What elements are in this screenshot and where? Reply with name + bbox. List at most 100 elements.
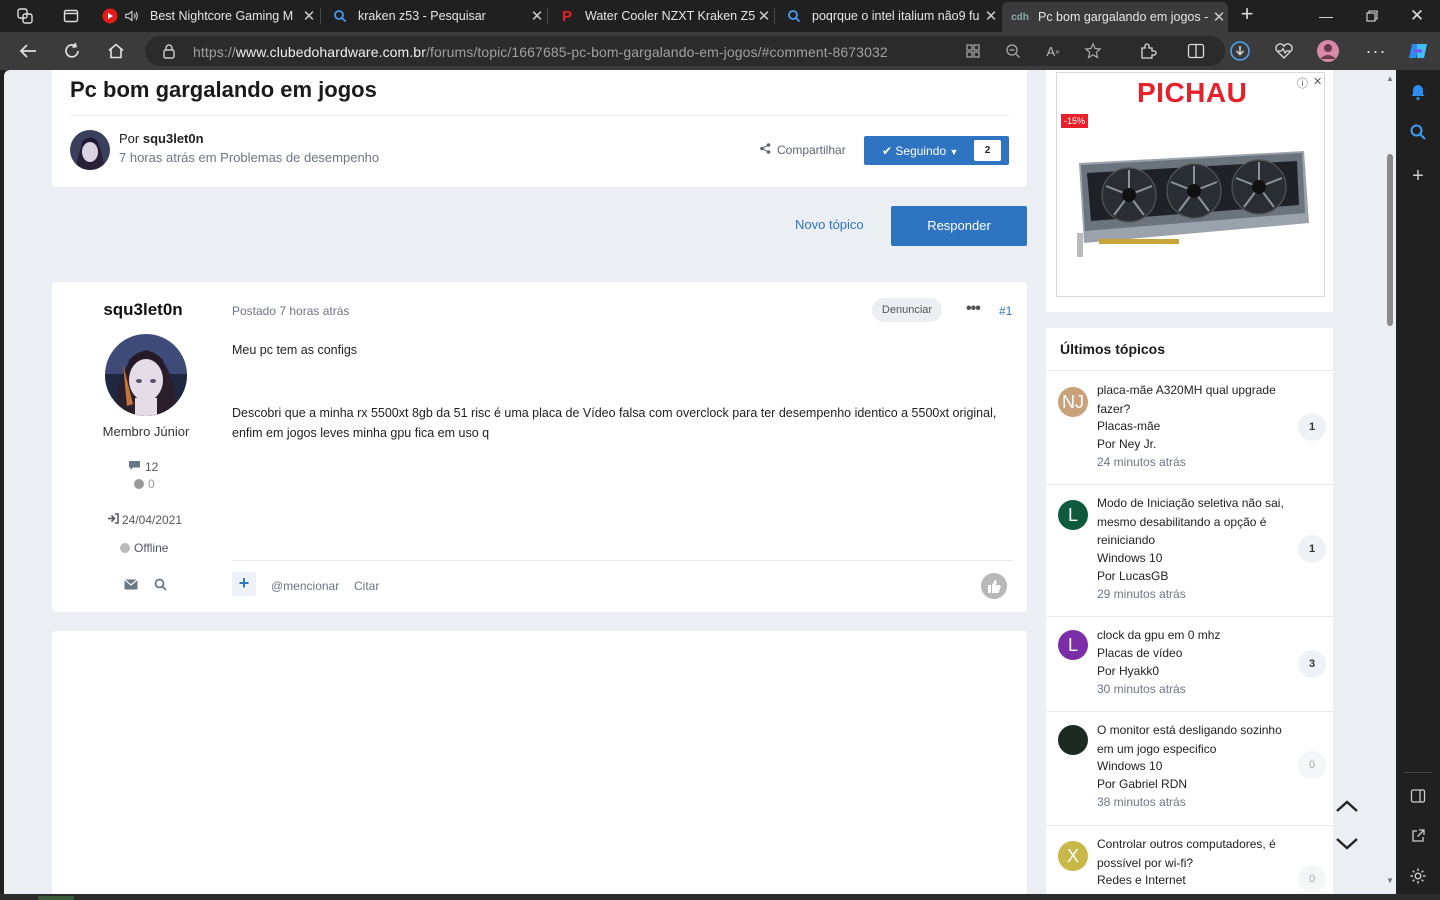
scroll-up-icon[interactable] — [1334, 796, 1360, 816]
ad-image[interactable]: PICHAU ⓘ ✕ -15% — [1056, 72, 1325, 297]
close-window-button[interactable]: ✕ — [1394, 0, 1440, 32]
new-topic-link[interactable]: Novo tópico — [795, 217, 864, 232]
copilot-icon[interactable] — [1406, 40, 1430, 62]
close-tab-icon[interactable]: ✕ — [300, 7, 318, 25]
scrollbar-thumb[interactable] — [1387, 154, 1393, 326]
add-sidebar-app-icon[interactable]: + — [1406, 164, 1430, 188]
lock-icon[interactable] — [159, 42, 179, 60]
profile-avatar[interactable] — [1316, 40, 1340, 62]
topic-author[interactable]: Por Gabriel RDN — [1097, 777, 1187, 791]
close-tab-icon[interactable]: ✕ — [982, 7, 1000, 25]
reply-button[interactable]: Responder — [891, 206, 1027, 246]
reply-count-badge: 1 — [1298, 413, 1326, 441]
list-item[interactable]: L Modo de Iniciação seletiva não sai, me… — [1046, 494, 1333, 614]
ad-info-icon[interactable]: ⓘ — [1297, 75, 1308, 91]
app-available-icon[interactable] — [963, 42, 983, 60]
tab-bing-kraken[interactable]: kraken z53 - Pesquisar ✕ — [322, 2, 546, 30]
avatar[interactable]: L — [1058, 500, 1088, 530]
forum-name[interactable]: Windows 10 — [1097, 759, 1162, 773]
tab-pichau[interactable]: P Water Cooler NZXT Kraken Z5 ✕ — [549, 2, 773, 30]
search-icon[interactable] — [152, 577, 168, 591]
read-aloud-icon[interactable]: A» — [1043, 42, 1063, 60]
post-date[interactable]: Postado 7 horas atrás — [232, 304, 349, 318]
topic-author-link[interactable]: squ3let0n — [143, 131, 204, 146]
performance-icon[interactable] — [1272, 40, 1296, 62]
list-item[interactable]: NJ placa-mãe A320MH qual upgrade fazer? … — [1046, 381, 1333, 481]
member-rank: Membro Júnior — [102, 424, 190, 439]
sidebar-search-icon[interactable] — [1406, 120, 1430, 144]
topic-title-link[interactable]: clock da gpu em 0 mhz — [1097, 626, 1287, 645]
new-tab-button[interactable]: + — [1236, 3, 1258, 26]
list-item[interactable]: X Controlar outros computadores, é possí… — [1046, 835, 1333, 894]
extensions-icon[interactable] — [1136, 40, 1160, 62]
split-screen-icon[interactable] — [1184, 40, 1208, 62]
multiquote-plus-button[interactable]: + — [232, 572, 256, 596]
avatar[interactable] — [1058, 725, 1088, 755]
post-number-link[interactable]: #1 — [999, 304, 1012, 318]
scrollbar-up-arrow-icon[interactable]: ▲ — [1386, 74, 1394, 83]
avatar[interactable]: L — [1058, 630, 1088, 660]
close-tab-icon[interactable]: ✕ — [755, 7, 773, 25]
scrollbar-down-arrow-icon[interactable]: ▼ — [1386, 876, 1394, 885]
close-tab-icon[interactable]: ✕ — [1210, 8, 1228, 26]
tab-title: poqrque o intel italium não9 fu — [812, 9, 980, 23]
list-item[interactable]: O monitor está desligando sozinho em um … — [1046, 721, 1333, 821]
page-scrollbar[interactable]: ▲ ▼ — [1384, 70, 1396, 894]
url-text[interactable]: https://www.clubedohardware.com.br/forum… — [193, 44, 888, 60]
speaker-icon[interactable] — [124, 8, 140, 24]
favorite-star-icon[interactable] — [1083, 42, 1103, 60]
forum-name[interactable]: Placas de vídeo — [1097, 646, 1182, 660]
follow-count: 2 — [974, 140, 1001, 161]
follow-button[interactable]: ✔ Seguindo ▼ 2 — [864, 136, 1009, 165]
tab-actions-icon[interactable] — [60, 5, 82, 27]
topic-title-link[interactable]: Controlar outros computadores, é possíve… — [1097, 835, 1287, 872]
list-item[interactable]: L clock da gpu em 0 mhz Placas de vídeo … — [1046, 626, 1333, 706]
settings-more-icon[interactable]: ··· — [1364, 40, 1388, 62]
quote-link[interactable]: Citar — [354, 579, 379, 593]
tab-active-topic[interactable]: cdh Pc bom gargalando em jogos - ✕ — [1002, 2, 1228, 32]
forum-name[interactable]: Windows 10 — [1097, 551, 1162, 565]
notifications-bell-icon[interactable] — [1406, 80, 1430, 104]
zoom-out-icon[interactable] — [1003, 42, 1023, 60]
share-icon — [760, 143, 771, 157]
hide-sidebar-icon[interactable] — [1406, 784, 1430, 808]
topic-title-link[interactable]: O monitor está desligando sozinho em um … — [1097, 721, 1287, 758]
open-external-icon[interactable] — [1406, 824, 1430, 848]
avatar[interactable] — [70, 130, 110, 170]
reply-count-badge: 1 — [1298, 535, 1326, 563]
tab-bing-intel[interactable]: poqrque o intel italium não9 fu ✕ — [776, 2, 1000, 30]
minimize-button[interactable]: — — [1303, 0, 1349, 32]
topic-author[interactable]: Por Hyakk0 — [1097, 664, 1159, 678]
share-button[interactable]: Compartilhar — [760, 143, 846, 157]
empty-content-area — [52, 631, 1027, 894]
avatar[interactable] — [105, 334, 187, 416]
envelope-icon[interactable] — [123, 577, 139, 591]
forum-name[interactable]: Redes e Internet — [1097, 873, 1186, 887]
topic-author[interactable]: Por LucasGB — [1097, 569, 1168, 583]
maximize-button[interactable] — [1349, 0, 1395, 32]
topic-author[interactable]: Por Ney Jr. — [1097, 437, 1156, 451]
url-field[interactable]: https://www.clubedohardware.com.br/forum… — [145, 36, 1225, 66]
sidebar-settings-gear-icon[interactable] — [1406, 864, 1430, 888]
back-icon[interactable] — [16, 40, 40, 62]
mention-link[interactable]: @mencionar — [271, 579, 339, 593]
ad-close-icon[interactable]: ✕ — [1313, 75, 1322, 88]
like-thumb-icon[interactable] — [981, 573, 1007, 599]
topic-title-link[interactable]: placa-mãe A320MH qual upgrade fazer? — [1097, 381, 1287, 418]
refresh-icon[interactable] — [60, 40, 84, 62]
ad-banner[interactable]: PICHAU ⓘ ✕ -15% — [1046, 70, 1333, 312]
home-icon[interactable] — [104, 40, 128, 62]
forum-name[interactable]: Placas-mãe — [1097, 419, 1160, 433]
avatar[interactable]: X — [1058, 841, 1088, 871]
topic-title-link[interactable]: Modo de Iniciação seletiva não sai, mesm… — [1097, 494, 1287, 550]
workspaces-icon[interactable] — [14, 5, 36, 27]
downloads-icon[interactable] — [1228, 40, 1252, 62]
avatar[interactable]: NJ — [1058, 387, 1088, 417]
more-options-icon[interactable]: ••• — [966, 300, 981, 318]
tab-title: Best Nightcore Gaming M — [150, 9, 294, 23]
close-tab-icon[interactable]: ✕ — [528, 7, 546, 25]
post-author-name[interactable]: squ3let0n — [98, 300, 188, 320]
report-button[interactable]: Denunciar — [872, 298, 942, 322]
tab-youtube[interactable]: Best Nightcore Gaming M ✕ — [94, 2, 318, 30]
scroll-down-icon[interactable] — [1334, 834, 1360, 854]
